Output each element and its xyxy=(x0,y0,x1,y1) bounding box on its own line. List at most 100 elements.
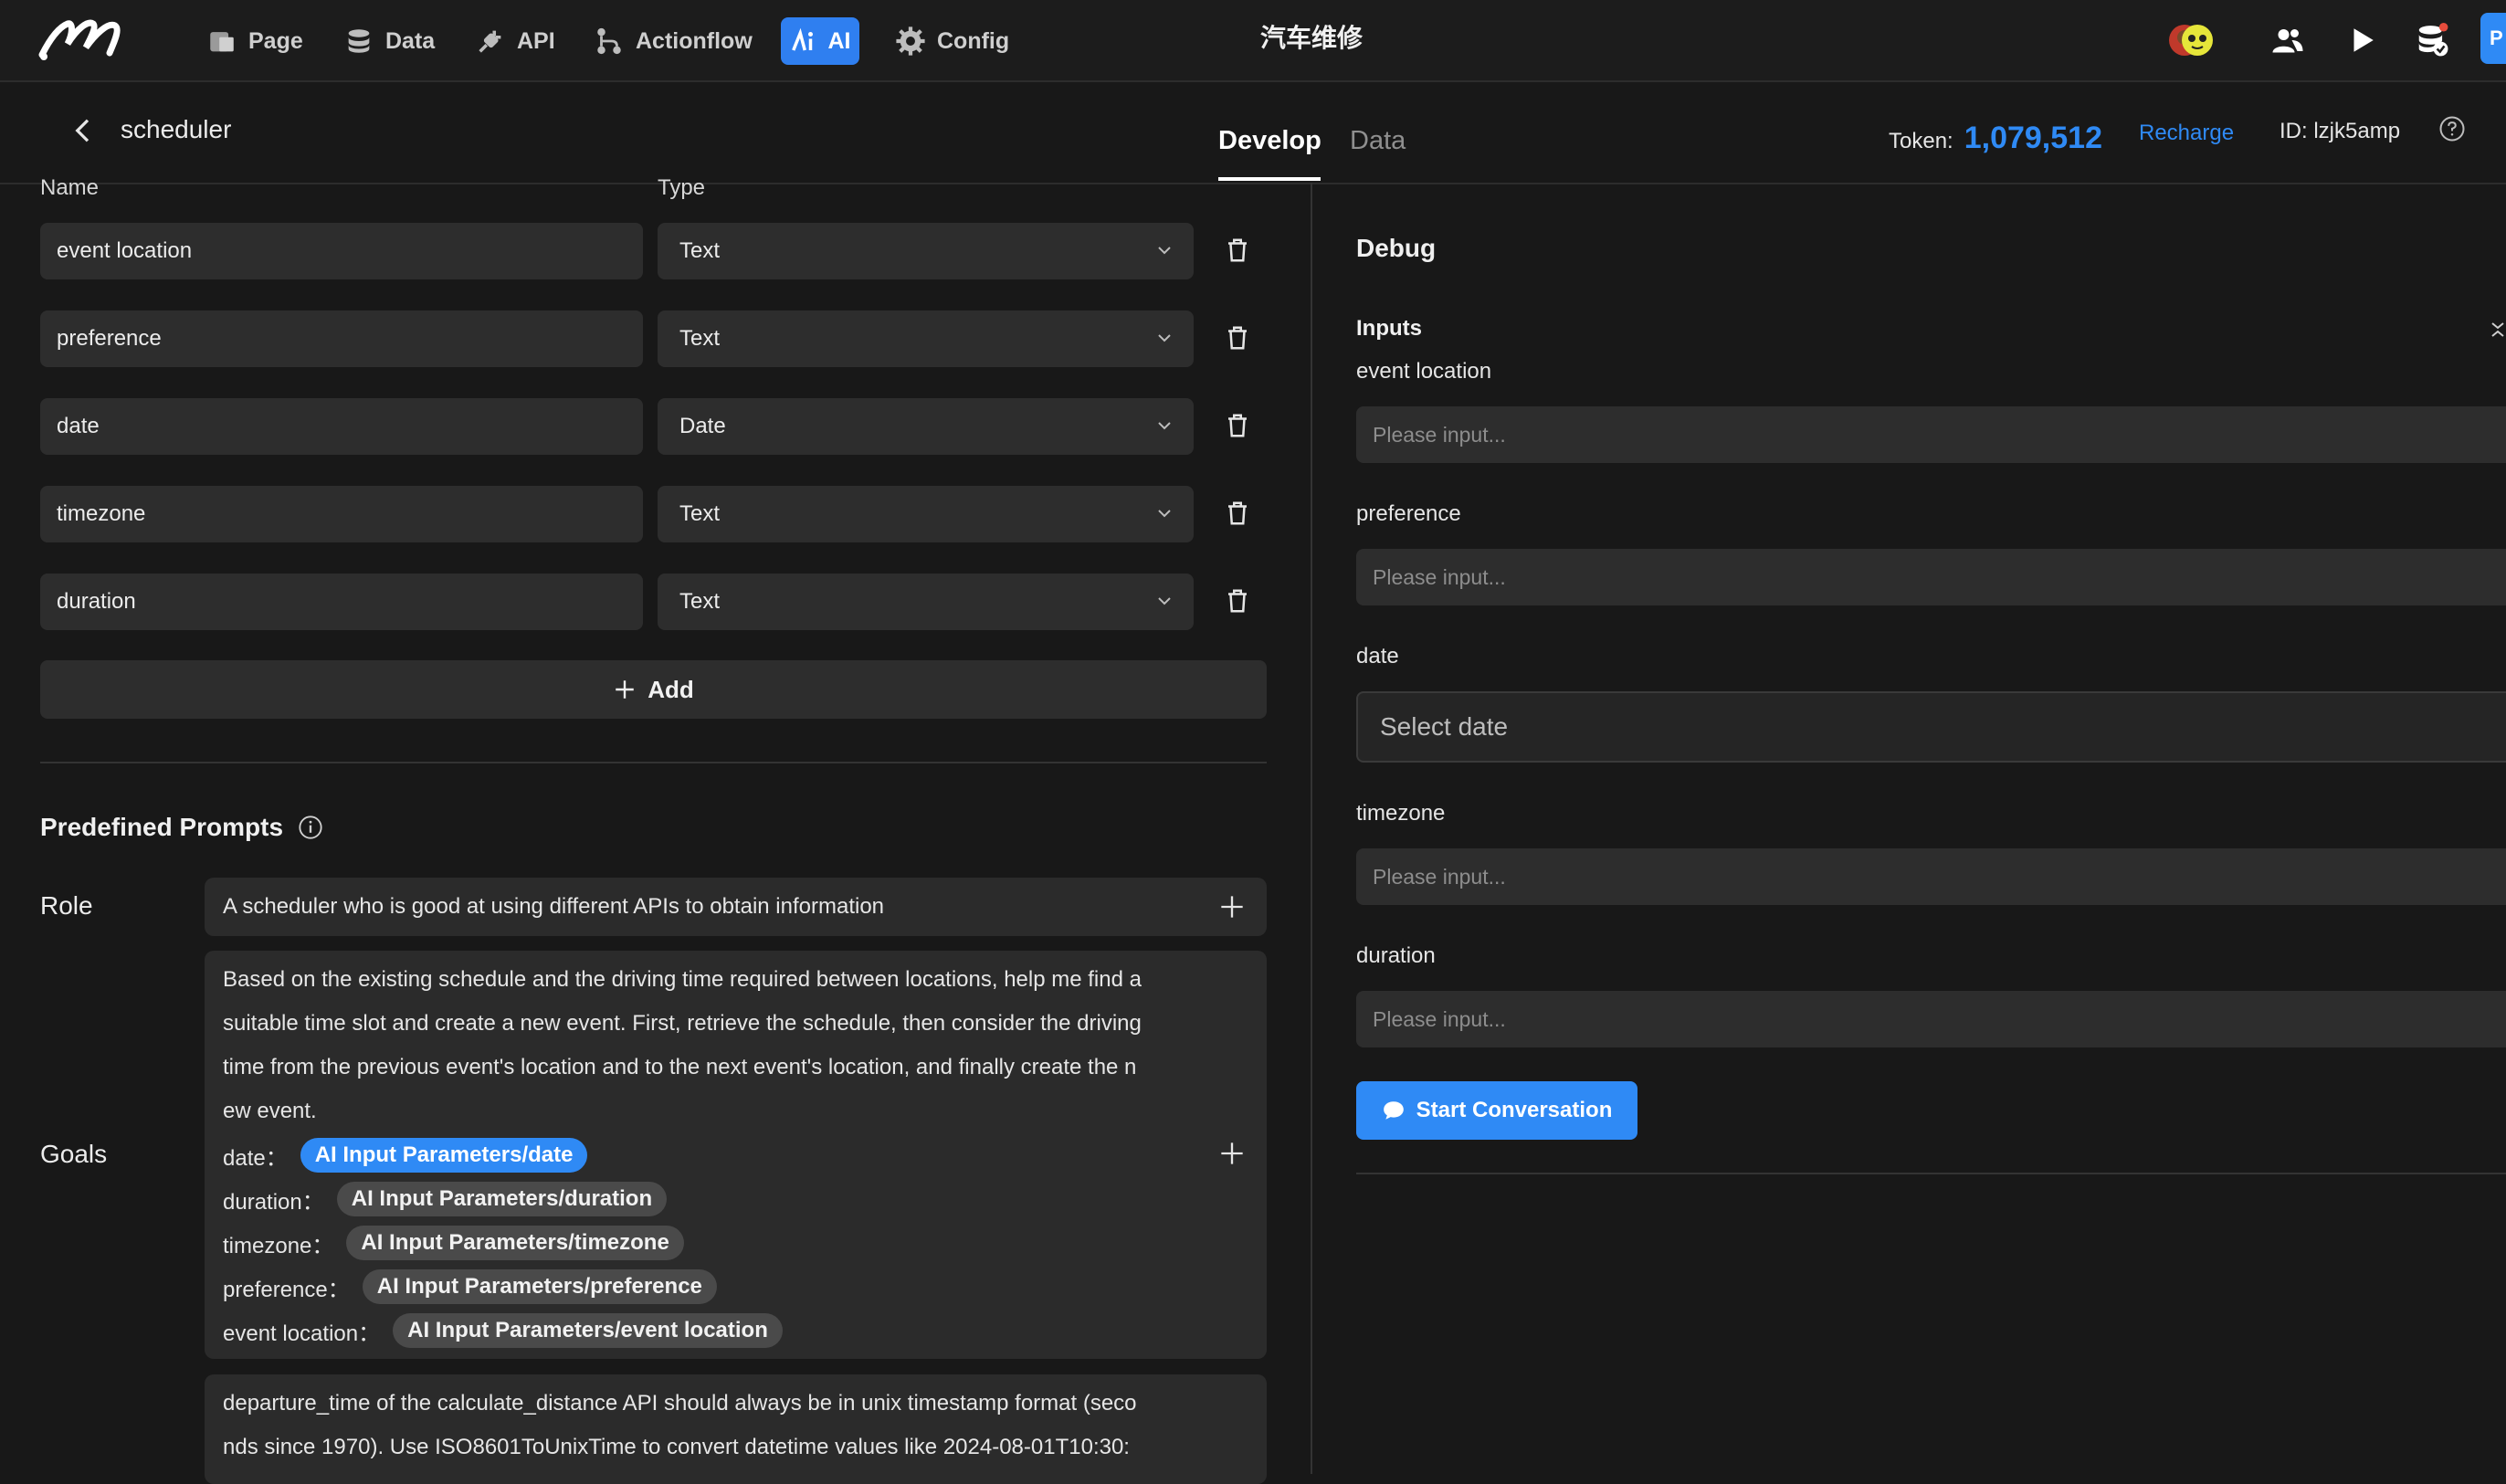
param-type-select[interactable]: Text xyxy=(658,223,1194,279)
nav-data[interactable]: Data xyxy=(334,17,444,65)
tab-data[interactable]: Data xyxy=(1350,126,1406,156)
ai-icon xyxy=(791,27,813,51)
debug-input-event-location[interactable]: Please input... xyxy=(1356,406,2506,463)
role-textbox[interactable]: A scheduler who is good at using differe… xyxy=(205,878,1267,936)
start-conversation-label: Start Conversation xyxy=(1416,1098,1613,1122)
goal-param-chip[interactable]: AI Input Parameters/date xyxy=(300,1138,588,1173)
goals-text-line: Based on the existing schedule and the d… xyxy=(223,967,1142,992)
page-header: scheduler Develop Data Token: 1,079,512 … xyxy=(0,82,2506,184)
debug-title: Debug xyxy=(1356,234,1437,262)
user-avatar-badge[interactable]: P xyxy=(2480,13,2506,64)
goal-param-key: duration： xyxy=(223,1189,324,1215)
goal-param-chip[interactable]: AI Input Parameters/event location xyxy=(393,1313,783,1348)
predefined-prompts-title: Predefined Prompts xyxy=(40,813,323,842)
plus-icon[interactable] xyxy=(1219,894,1245,920)
goal-param-key: preference： xyxy=(223,1277,350,1302)
param-name-input[interactable]: date xyxy=(40,398,643,455)
param-name-input[interactable]: event location xyxy=(40,223,643,279)
publish-button[interactable] xyxy=(2407,16,2457,65)
play-icon xyxy=(2353,28,2374,52)
goal-param-line: timezone： AI Input Parameters/timezone xyxy=(223,1221,1194,1265)
param-name-input[interactable]: duration xyxy=(40,574,643,630)
goal-param-key: date： xyxy=(223,1145,288,1171)
recharge-link[interactable]: Recharge xyxy=(2139,121,2234,146)
page-icon xyxy=(210,32,234,52)
database-icon xyxy=(348,29,370,53)
back-arrow-icon[interactable] xyxy=(71,117,95,144)
token-display: Token: 1,079,512 xyxy=(1889,121,2102,156)
goal-param-key: event location： xyxy=(223,1321,381,1346)
additional-prompt-line: nds since 1970). Use ISO8601ToUnixTime t… xyxy=(223,1435,1130,1459)
tab-develop[interactable]: Develop xyxy=(1218,126,1321,156)
nav-actionflow-label: Actionflow xyxy=(636,27,753,54)
debug-input-timezone[interactable]: Please input... xyxy=(1356,848,2506,905)
additional-prompt-textbox[interactable]: departure_time of the calculate_distance… xyxy=(205,1374,1267,1484)
goal-param-key: timezone： xyxy=(223,1233,334,1258)
column-header-type: Type xyxy=(658,175,706,200)
avatar xyxy=(2169,25,2213,56)
predefined-prompts-label: Predefined Prompts xyxy=(40,813,284,841)
trash-icon[interactable] xyxy=(1224,500,1251,527)
token-label: Token: xyxy=(1889,129,1953,153)
param-type-select[interactable]: Text xyxy=(658,574,1194,630)
collapse-icon[interactable] xyxy=(2490,320,2506,340)
nav-config[interactable]: Config xyxy=(886,17,1018,65)
param-type-value: Date xyxy=(679,414,726,438)
plus-icon[interactable] xyxy=(1219,1141,1245,1166)
goals-text-line: time from the previous event's location … xyxy=(223,1055,1137,1079)
param-name-input[interactable]: timezone xyxy=(40,486,643,542)
logo[interactable] xyxy=(37,13,132,62)
info-icon[interactable] xyxy=(298,815,323,840)
inputs-label: Inputs xyxy=(1356,316,1422,341)
chat-bubble-icon xyxy=(1383,1101,1404,1120)
goal-param-chip[interactable]: AI Input Parameters/duration xyxy=(336,1182,668,1216)
users-icon xyxy=(2272,29,2303,53)
goal-param-line: event location： AI Input Parameters/even… xyxy=(223,1309,1194,1352)
param-type-value: Text xyxy=(679,326,721,351)
add-parameter-button[interactable]: Add xyxy=(40,660,1267,719)
nav-ai-label: AI xyxy=(827,27,851,54)
goals-label: Goals xyxy=(40,1140,108,1168)
nav-api-label: API xyxy=(517,27,555,54)
role-label: Role xyxy=(40,891,93,920)
database-upload-icon xyxy=(2418,23,2448,57)
collaborators-button[interactable] xyxy=(2263,16,2312,65)
nav-ai[interactable]: AI xyxy=(781,17,859,65)
trash-icon[interactable] xyxy=(1224,587,1251,615)
nav-page[interactable]: Page xyxy=(197,17,312,65)
param-type-select[interactable]: Text xyxy=(658,486,1194,542)
goal-param-line: duration： AI Input Parameters/duration xyxy=(223,1177,1194,1221)
nav-actionflow[interactable]: Actionflow xyxy=(584,17,762,65)
nav-api[interactable]: API xyxy=(466,17,564,65)
flow-icon xyxy=(597,27,621,55)
goal-param-chip[interactable]: AI Input Parameters/preference xyxy=(362,1269,717,1304)
additional-prompt-line: departure_time of the calculate_distance… xyxy=(223,1391,1137,1416)
preview-button[interactable] xyxy=(2337,16,2386,65)
debug-input-duration[interactable]: Please input... xyxy=(1356,991,2506,1047)
trash-icon[interactable] xyxy=(1224,412,1251,439)
column-header-name: Name xyxy=(40,175,100,200)
param-name-input[interactable]: preference xyxy=(40,310,643,367)
debug-field-label: event location xyxy=(1356,359,1492,384)
gear-icon xyxy=(896,26,925,56)
help-icon[interactable] xyxy=(2438,115,2466,142)
goal-param-chip[interactable]: AI Input Parameters/timezone xyxy=(346,1226,684,1260)
chevron-down-icon xyxy=(1158,510,1171,518)
trash-icon[interactable] xyxy=(1224,324,1251,352)
trash-icon[interactable] xyxy=(1224,237,1251,264)
chevron-down-icon xyxy=(1158,597,1171,605)
debug-field-label: timezone xyxy=(1356,801,1446,826)
add-parameter-label: Add xyxy=(648,675,694,703)
start-conversation-button[interactable]: Start Conversation xyxy=(1356,1081,1637,1140)
goals-text-line: suitable time slot and create a new even… xyxy=(223,1011,1142,1036)
param-type-select[interactable]: Text xyxy=(658,310,1194,367)
goals-textbox[interactable]: Based on the existing schedule and the d… xyxy=(205,951,1267,1359)
top-navigation-bar: Page Data API Actionflow AI Config 汽车维修 … xyxy=(0,0,2506,82)
debug-input-preference[interactable]: Please input... xyxy=(1356,549,2506,605)
plus-icon xyxy=(616,680,634,699)
avatar-group[interactable] xyxy=(2166,16,2216,65)
goal-param-line: preference： AI Input Parameters/preferen… xyxy=(223,1265,1194,1309)
plug-icon xyxy=(479,30,501,53)
debug-date-picker[interactable]: Select date xyxy=(1356,691,2506,763)
param-type-select[interactable]: Date xyxy=(658,398,1194,455)
